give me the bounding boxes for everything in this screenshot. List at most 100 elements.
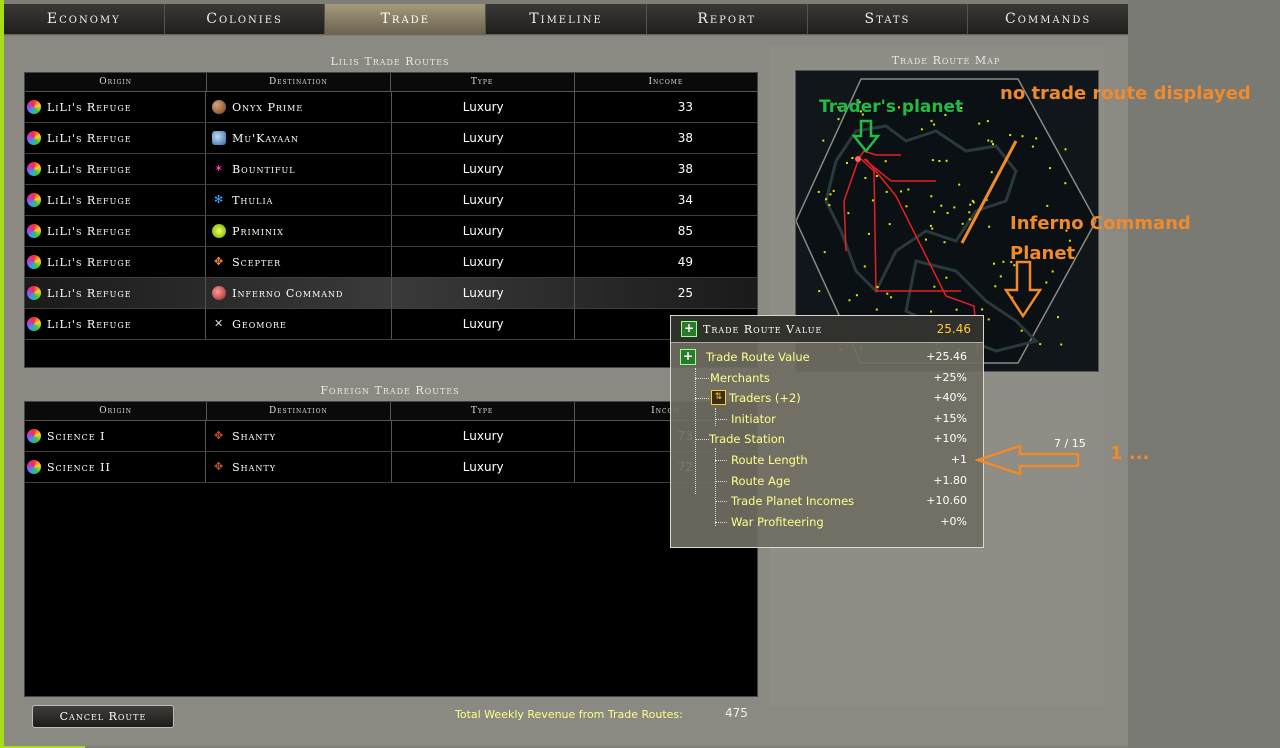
map-star [968, 211, 971, 214]
cell-type: Luxury [392, 92, 576, 122]
trade-route-value-tooltip: + Trade Route Value 25.46 + ⇅ Trade Rout… [670, 315, 984, 548]
map-star [987, 318, 990, 321]
cell-type: Luxury [392, 123, 576, 153]
map-star [885, 190, 888, 193]
tooltip-line-label: Trade Planet Incomes [731, 494, 855, 508]
map-star [969, 203, 972, 206]
tooltip-line-value: +10% [933, 432, 967, 445]
tooltip-line-label: War Profiteering [731, 515, 824, 529]
map-star [1045, 281, 1048, 284]
destination-name: Scepter [232, 255, 282, 269]
traders-planet-marker[interactable] [855, 156, 861, 162]
col-type[interactable]: Type [391, 402, 575, 420]
origin-name: LiLi's Refuge [47, 131, 132, 145]
map-star [1009, 134, 1012, 136]
map-star [1020, 329, 1023, 332]
tab-commands[interactable]: Commands [968, 4, 1128, 34]
map-star [1057, 316, 1059, 319]
origin-planet-icon [27, 460, 41, 474]
map-title: Trade Route Map [891, 54, 1001, 67]
cell-origin: LiLi's Refuge [25, 247, 207, 277]
origin-planet-icon [27, 162, 41, 176]
cell-income: 38 [677, 131, 693, 145]
col-destination[interactable]: Destination [207, 402, 391, 420]
shanty-icon: ✥ [213, 429, 225, 442]
origin-name: LiLi's Refuge [47, 255, 132, 269]
map-star [837, 118, 840, 121]
tab-economy[interactable]: Economy [4, 4, 165, 34]
map-star [968, 218, 971, 221]
destination-name: Shanty [232, 429, 277, 443]
destination-name: Bountiful [232, 162, 296, 176]
table-row[interactable]: LiLi's Refuge Inferno Command Luxury 25 [25, 278, 757, 309]
tooltip-header-title: Trade Route Value [703, 322, 823, 336]
map-star [961, 222, 964, 225]
tab-stats[interactable]: Stats [808, 4, 969, 34]
map-star [988, 225, 991, 228]
table-row[interactable]: Science II✥ShantyLuxury72 [25, 452, 757, 483]
table-row[interactable]: LiLi's Refuge ✕ Geomore Luxury [25, 309, 757, 340]
tooltip-line-value: +1.80 [933, 474, 967, 487]
map-star [958, 183, 961, 186]
col-type[interactable]: Type [391, 73, 575, 91]
table-row[interactable]: LiLi's Refuge Priminix Luxury 85 [25, 216, 757, 247]
origin-name: LiLi's Refuge [47, 193, 132, 207]
tooltip-header: + Trade Route Value 25.46 [671, 316, 983, 343]
tab-trade[interactable]: Trade [325, 4, 487, 34]
map-star [992, 143, 994, 146]
cancel-route-button[interactable]: Cancel Route [32, 705, 174, 728]
map-star [993, 262, 995, 265]
cell-origin: LiLi's Refuge [25, 309, 207, 339]
map-star [925, 238, 927, 241]
table-row[interactable]: LiLi's Refuge Onyx Prime Luxury 33 [25, 92, 757, 123]
map-star [938, 160, 941, 162]
map-star [864, 177, 867, 179]
map-star [823, 251, 826, 254]
map-star [953, 206, 956, 209]
map-star [943, 241, 946, 244]
top-navigation: Economy Colonies Trade Timeline Report S… [4, 4, 1128, 35]
cell-destination: ✥ Shanty [206, 452, 393, 482]
origin-planet-icon [27, 224, 41, 238]
cell-income: 25 [677, 286, 693, 300]
foreign-routes-header: Origin Destination Type Incom [25, 402, 757, 421]
origin-planet-icon [27, 429, 41, 443]
table-row[interactable]: LiLi's Refuge ✶ Bountiful Luxury 38 [25, 154, 757, 185]
map-star [940, 204, 943, 207]
map-star [886, 292, 889, 295]
destination-name: Geomore [232, 317, 287, 331]
tab-timeline[interactable]: Timeline [486, 4, 647, 34]
table-row[interactable]: LiLi's Refuge ✻ Thulia Luxury 34 [25, 185, 757, 216]
col-destination[interactable]: Destination [207, 73, 391, 91]
map-star [933, 285, 936, 288]
cell-origin: LiLi's Refuge [25, 123, 207, 153]
cell-destination: Inferno Command [206, 278, 393, 308]
cell-type: Luxury [392, 452, 576, 482]
map-star [1051, 270, 1054, 273]
tooltip-line-label: Route Age [731, 474, 791, 488]
map-star [920, 128, 923, 131]
cell-income: 38 [677, 162, 693, 176]
tooltip-header-value: 25.46 [936, 322, 971, 336]
table-row[interactable]: LiLi's Refuge Mu'Kayaan Luxury 38 [25, 123, 757, 154]
map-star [1013, 264, 1016, 267]
table-row[interactable]: LiLi's Refuge ✥ Scepter Luxury 49 [25, 247, 757, 278]
table-row[interactable]: Science I✥ShantyLuxury73 [25, 421, 757, 452]
cell-destination: Priminix [206, 216, 393, 246]
col-origin[interactable]: Origin [25, 402, 208, 420]
col-origin[interactable]: Origin [25, 73, 208, 91]
map-star [931, 159, 934, 162]
map-star [1049, 167, 1051, 170]
cell-destination: ✶ Bountiful [206, 154, 393, 184]
cell-income: 85 [677, 224, 693, 238]
map-star [945, 276, 948, 279]
cell-destination: ✕ Geomore [206, 309, 393, 339]
origin-name: LiLi's Refuge [47, 317, 132, 331]
tab-report[interactable]: Report [647, 4, 808, 34]
tab-colonies[interactable]: Colonies [165, 4, 326, 34]
map-star [818, 290, 821, 293]
map-star [863, 265, 866, 268]
map-star [822, 139, 825, 142]
map-star [994, 285, 997, 288]
col-income[interactable]: Income [575, 73, 757, 91]
